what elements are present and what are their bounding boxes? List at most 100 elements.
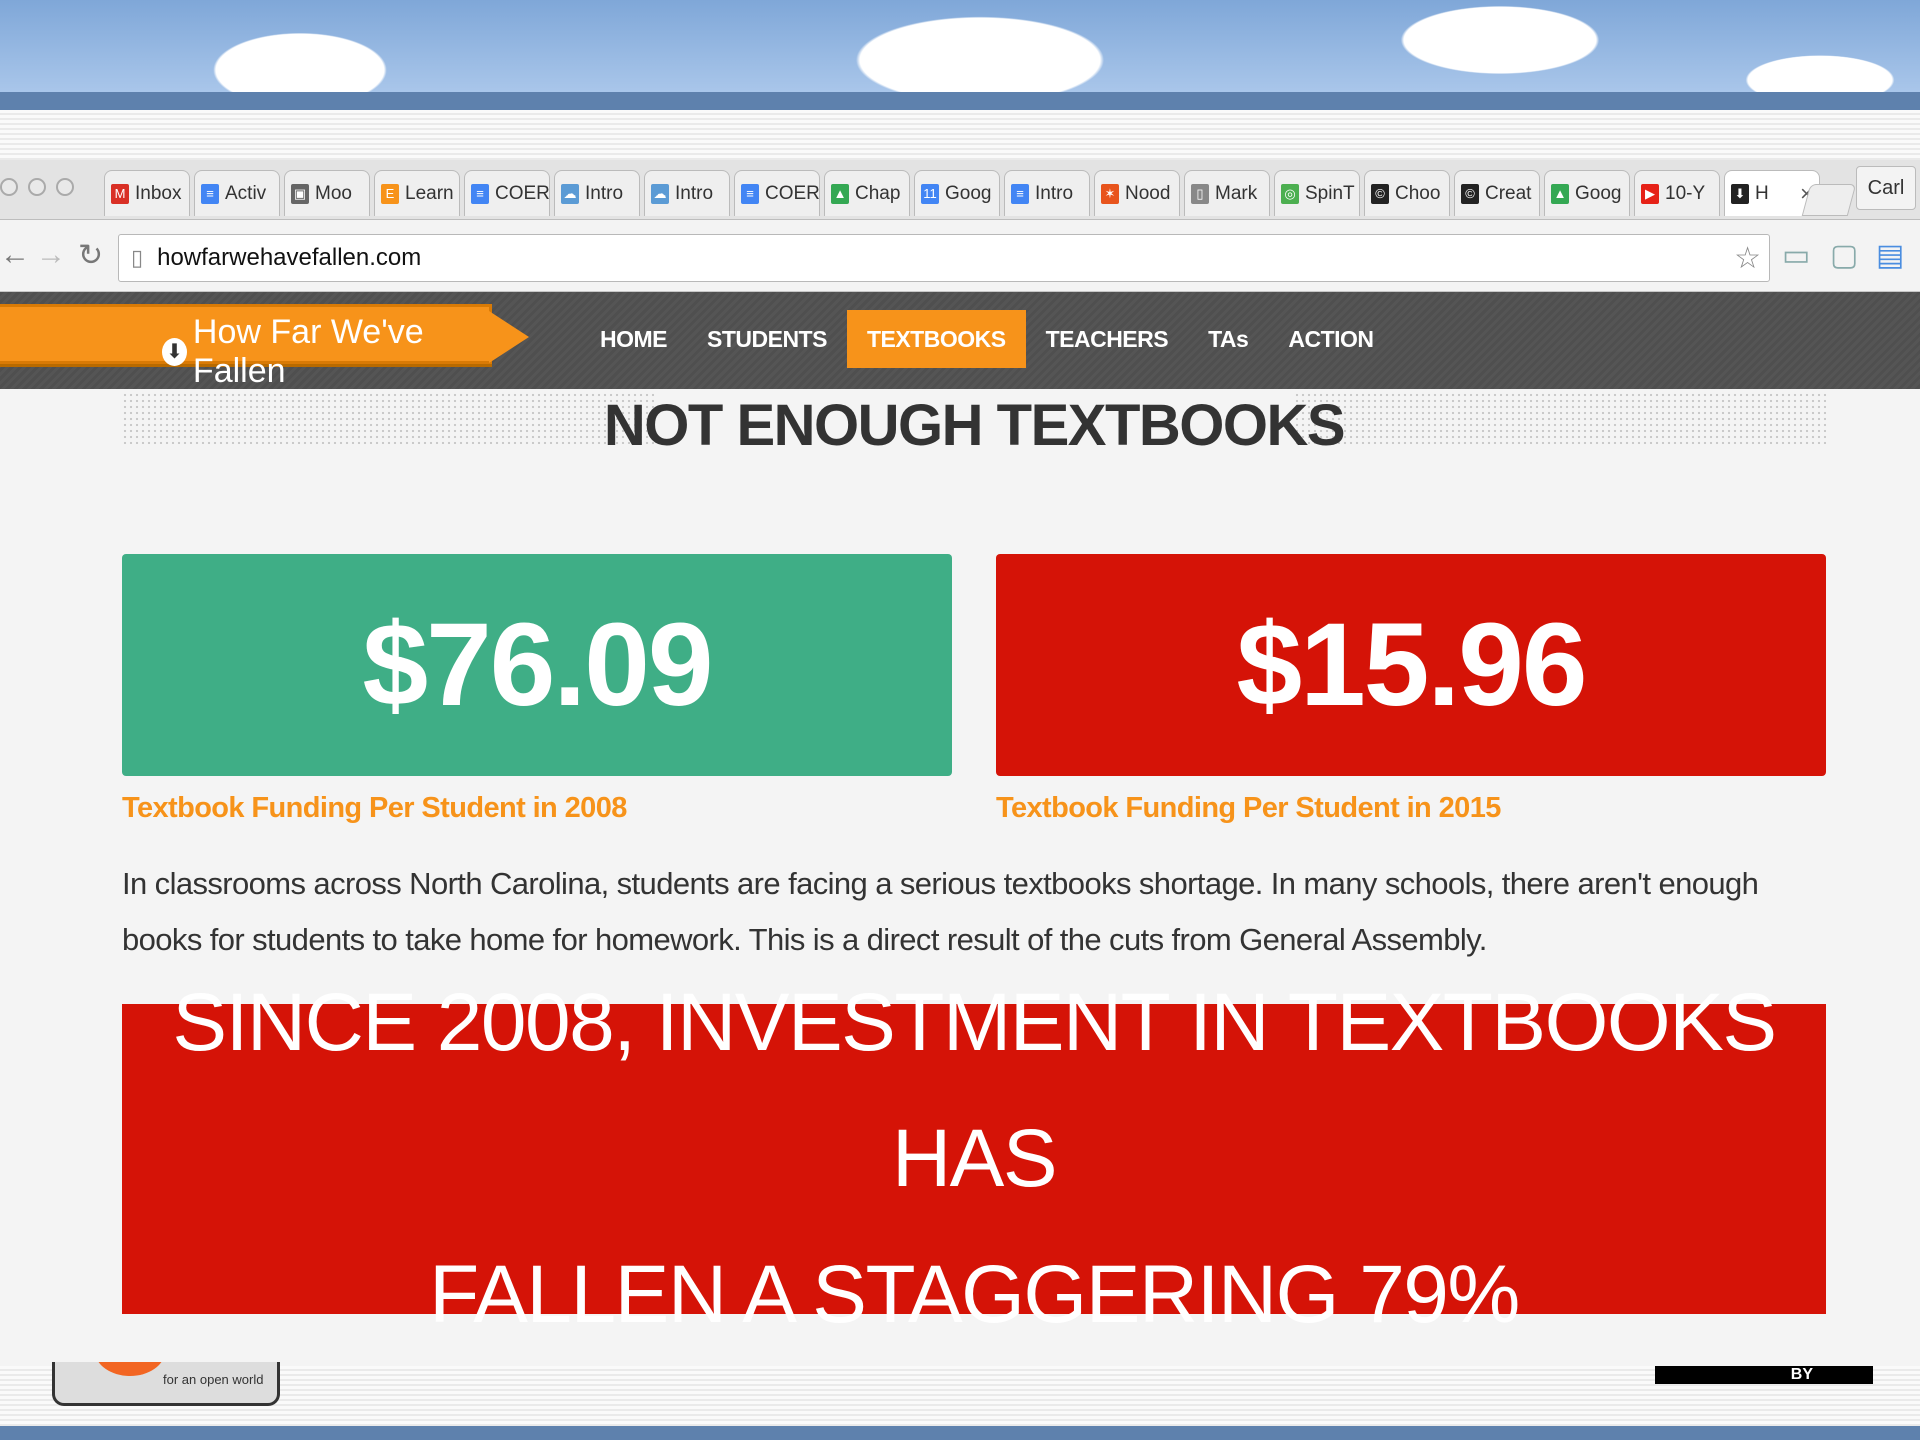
- browser-tab-label: COER: [495, 182, 550, 204]
- browser-tab[interactable]: ▶ 10-Y: [1634, 170, 1720, 216]
- back-arrow-icon[interactable]: ←: [0, 238, 30, 272]
- slide-top-bar: [0, 92, 1920, 110]
- browser-tab[interactable]: ▯ Mark: [1184, 170, 1270, 216]
- cc-icon: ©: [1461, 183, 1479, 204]
- browser-tab[interactable]: ≡ Intro: [1004, 170, 1090, 216]
- browser-tab-label: Nood: [1125, 182, 1171, 204]
- bookmark-star-icon[interactable]: ☆: [1734, 241, 1761, 276]
- nav-item-home[interactable]: HOME: [580, 310, 687, 368]
- docs-icon: ≡: [1011, 183, 1029, 204]
- docs-icon: ≡: [471, 183, 489, 204]
- browser-tab[interactable]: ☁ Intro: [644, 170, 730, 216]
- cc-icon: ©: [1371, 183, 1389, 204]
- site-nav-menu: HOME STUDENTS TEXTBOOKS TEACHERS TAs ACTION: [580, 310, 1394, 368]
- stat-card-2008: $76.09: [122, 554, 952, 776]
- nav-item-action[interactable]: ACTION: [1268, 310, 1393, 368]
- calendar-icon: 11: [921, 183, 939, 204]
- browser-tab-label: Goog: [1575, 182, 1622, 204]
- orange-circle-logo-mark: [95, 1362, 165, 1376]
- window-zoom-button[interactable]: [56, 178, 74, 196]
- site-icon: ⬇: [1731, 183, 1749, 204]
- browser-tab-label: Mark: [1215, 182, 1258, 204]
- docs-icon: ≡: [201, 183, 219, 204]
- slide-paper-texture: [0, 110, 1920, 160]
- cloud-icon: ☁: [561, 183, 579, 204]
- docs-extension-icon[interactable]: ▤: [1876, 238, 1904, 273]
- browser-tab[interactable]: ◎ SpinT: [1274, 170, 1360, 216]
- highlight-banner: SINCE 2008, INVESTMENT IN TEXTBOOKS HAS …: [122, 977, 1826, 1340]
- browser-tab-label: Inbox: [135, 182, 182, 204]
- nav-item-tas[interactable]: TAs: [1188, 310, 1268, 368]
- browser-tab-label: Intro: [675, 182, 714, 204]
- banner-line-2: FALLEN A STAGGERING 79%: [429, 1249, 1520, 1340]
- browser-tab-label: Intro: [585, 182, 624, 204]
- cast-icon[interactable]: ▭: [1782, 238, 1810, 273]
- open-world-tagline: for an open world: [163, 1372, 264, 1387]
- browser-tab-label: Creat: [1485, 182, 1532, 204]
- stat-caption-2015: Textbook Funding Per Student in 2015: [996, 792, 1501, 824]
- browser-tab-label: SpinT: [1305, 182, 1355, 204]
- browser-tab[interactable]: ▣ Moo: [284, 170, 370, 216]
- stat-caption-2008: Textbook Funding Per Student in 2008: [122, 792, 627, 824]
- page-title-area: NOT ENOUGH TEXTBOOKS: [122, 392, 1826, 458]
- drive-icon: ▲: [831, 183, 849, 204]
- browser-tab[interactable]: ▲ Chap: [824, 170, 910, 216]
- banner-line-1: SINCE 2008, INVESTMENT IN TEXTBOOKS HAS: [172, 977, 1777, 1204]
- browser-tab[interactable]: E Learn: [374, 170, 460, 216]
- file-icon: ▯: [1191, 183, 1209, 204]
- open-world-logo: for an open world: [52, 1362, 280, 1406]
- browser-tab[interactable]: ≡ COER: [464, 170, 550, 216]
- slide-bottom-bar: [0, 1426, 1920, 1440]
- nav-item-teachers[interactable]: TEACHERS: [1026, 310, 1189, 368]
- stat-card-2015: $15.96: [996, 554, 1826, 776]
- browser-tab[interactable]: ▲ Goog: [1544, 170, 1630, 216]
- browser-tab-label: Moo: [315, 182, 352, 204]
- browser-tab[interactable]: ✶ Nood: [1094, 170, 1180, 216]
- browser-tab[interactable]: 11 Goog: [914, 170, 1000, 216]
- slide-sky-background: [0, 0, 1920, 92]
- site-logo-ribbon[interactable]: ⬇ How Far We've Fallen: [0, 304, 529, 390]
- page-icon: ▯: [131, 245, 144, 270]
- browser-tab[interactable]: © Creat: [1454, 170, 1540, 216]
- cloud-icon: ☁: [651, 183, 669, 204]
- down-arrow-circle-icon: ⬇: [162, 338, 187, 366]
- forward-arrow-icon[interactable]: →: [36, 238, 66, 272]
- browser-tab[interactable]: ☁ Intro: [554, 170, 640, 216]
- spin-icon: ◎: [1281, 183, 1299, 204]
- browser-tab-label: Learn: [405, 182, 454, 204]
- url-text: howfarwehavefallen.com: [157, 244, 422, 271]
- browser-tab-label: COER: [765, 182, 820, 204]
- profile-button[interactable]: Carl: [1856, 166, 1916, 210]
- window-minimize-button[interactable]: [28, 178, 46, 196]
- page-title: NOT ENOUGH TEXTBOOKS: [603, 393, 1346, 458]
- docs-icon: ≡: [741, 183, 759, 204]
- cc-by-badge: BY: [1655, 1366, 1873, 1384]
- browser-tab-list: M Inbox ≡ Activ ▣ Moo E Learn ≡ COER ☁ Intro ☁ Intro ≡…: [100, 170, 1820, 216]
- window-close-button[interactable]: [0, 178, 18, 196]
- browser-tab-label: 10-Y: [1665, 182, 1706, 204]
- browser-tab[interactable]: ≡ COER: [734, 170, 820, 216]
- browser-tab[interactable]: ≡ Activ: [194, 170, 280, 216]
- browser-tab-label: Chap: [855, 182, 901, 204]
- window-controls: [0, 178, 74, 196]
- site-header: ⬇ How Far We've Fallen HOME STUDENTS TEXTB…: [0, 292, 1920, 390]
- browser-tab-label: Choo: [1395, 182, 1441, 204]
- browser-tab-label: Activ: [225, 182, 267, 204]
- drive-icon: ▲: [1551, 183, 1569, 204]
- new-tab-button[interactable]: [1801, 184, 1857, 216]
- comment-extension-icon[interactable]: ▢: [1830, 238, 1858, 273]
- browser-tab[interactable]: M Inbox: [104, 170, 190, 216]
- browser-tab-label: Goog: [945, 182, 992, 204]
- browser-tab[interactable]: © Choo: [1364, 170, 1450, 216]
- body-paragraph: In classrooms across North Carolina, stu…: [122, 866, 1759, 957]
- gmail-icon: M: [111, 183, 129, 204]
- edx-icon: E: [381, 183, 399, 204]
- youtube-icon: ▶: [1641, 183, 1659, 204]
- reload-icon[interactable]: ↻: [78, 238, 103, 273]
- website-viewport: ⬇ How Far We've Fallen HOME STUDENTS TEXTB…: [0, 292, 1920, 1366]
- browser-tab-label: H: [1755, 182, 1769, 204]
- slide-bottom-paper: [0, 1366, 1920, 1426]
- nav-item-textbooks[interactable]: TEXTBOOKS: [846, 310, 1026, 368]
- nav-item-students[interactable]: STUDENTS: [687, 310, 847, 368]
- url-input[interactable]: ▯ howfarwehavefallen.com ☆: [118, 234, 1770, 282]
